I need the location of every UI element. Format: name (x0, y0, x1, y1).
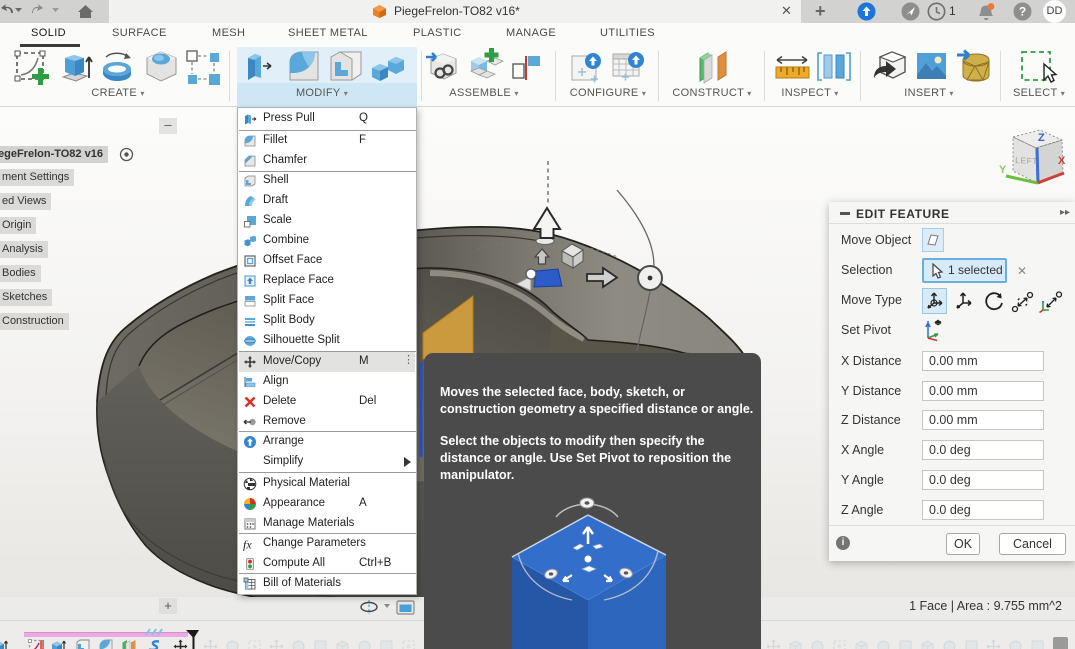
svg-text:?: ? (1019, 5, 1026, 19)
svg-text:Z: Z (1038, 132, 1045, 144)
svg-text:Y: Y (999, 164, 1007, 176)
svg-text:LEFT: LEFT (1015, 155, 1038, 166)
svg-text:X: X (1058, 155, 1066, 167)
svg-text:fx: fx (243, 537, 252, 551)
